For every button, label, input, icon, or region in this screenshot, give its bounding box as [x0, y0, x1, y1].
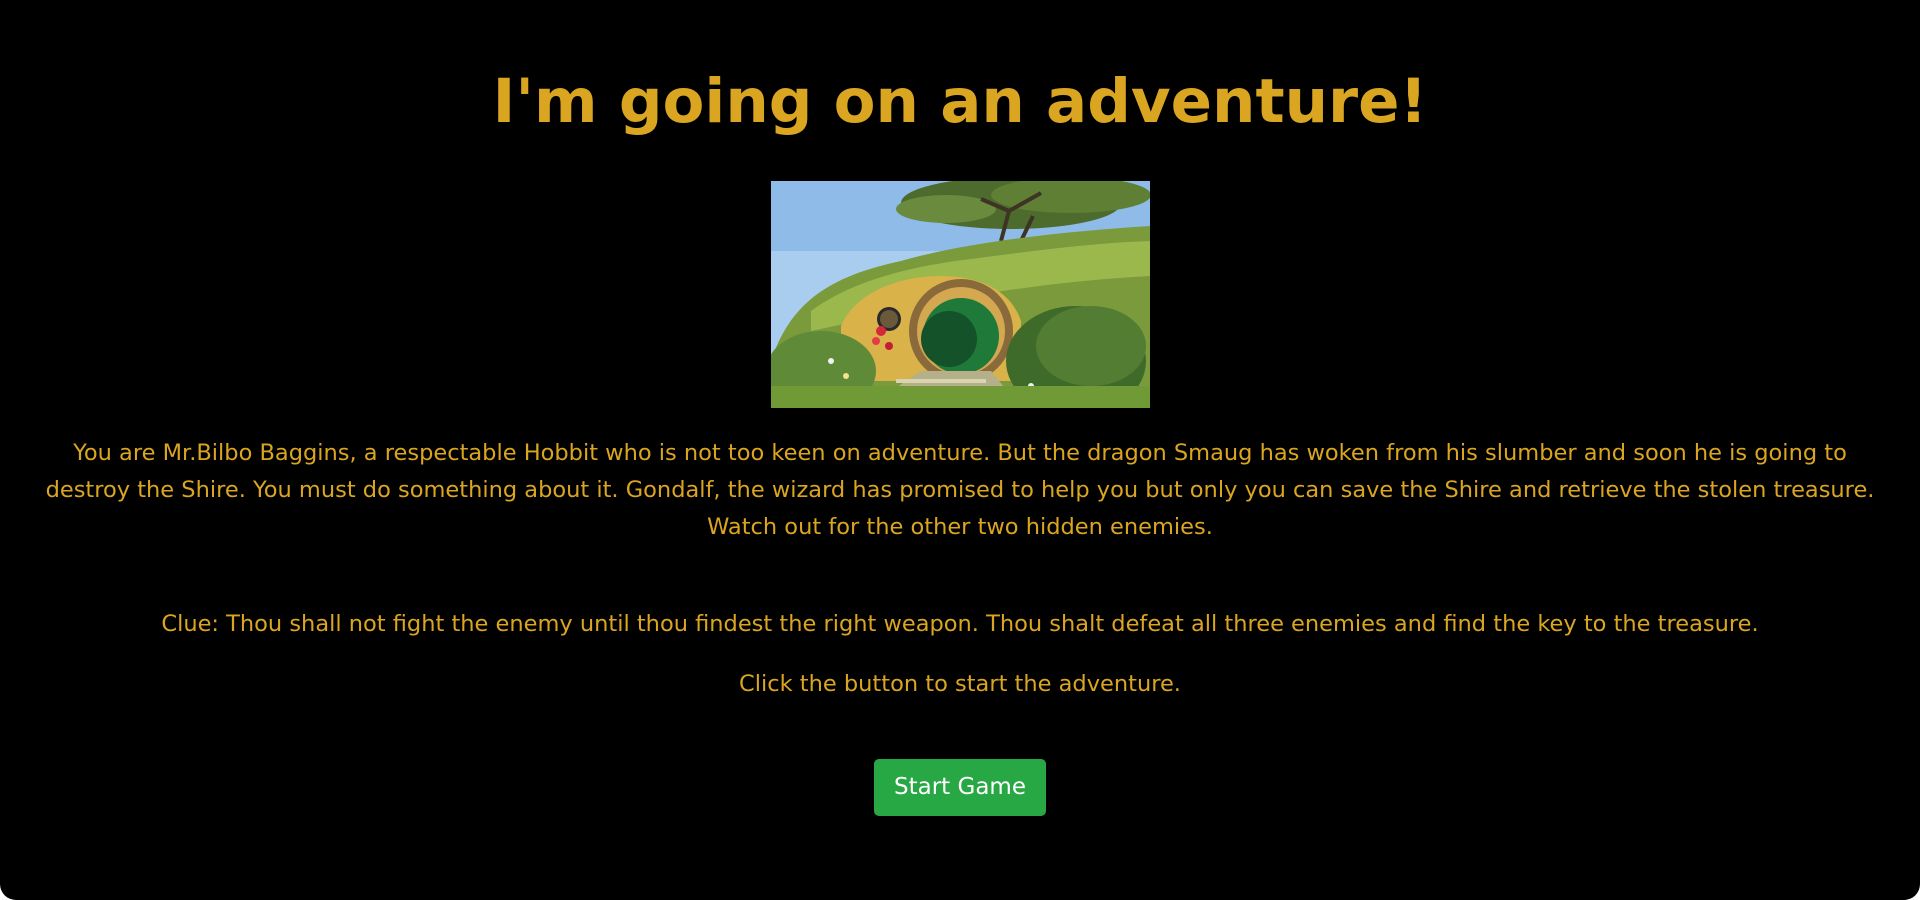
hobbit-hole-illustration	[770, 181, 1150, 408]
start-game-button[interactable]: Start Game	[874, 759, 1046, 816]
hobbit-hole-image	[770, 181, 1150, 408]
clue-text: Clue: Thou shall not fight the enemy unt…	[161, 611, 1759, 637]
page-title: I'm going on an adventure!	[492, 66, 1428, 137]
intro-text: You are Mr.Bilbo Baggins, a respectable …	[45, 440, 1875, 540]
start-prompt-text: Click the button to start the adventure.	[739, 671, 1181, 697]
game-panel: I'm going on an adventure! You are Mr.Bi…	[0, 0, 1920, 900]
